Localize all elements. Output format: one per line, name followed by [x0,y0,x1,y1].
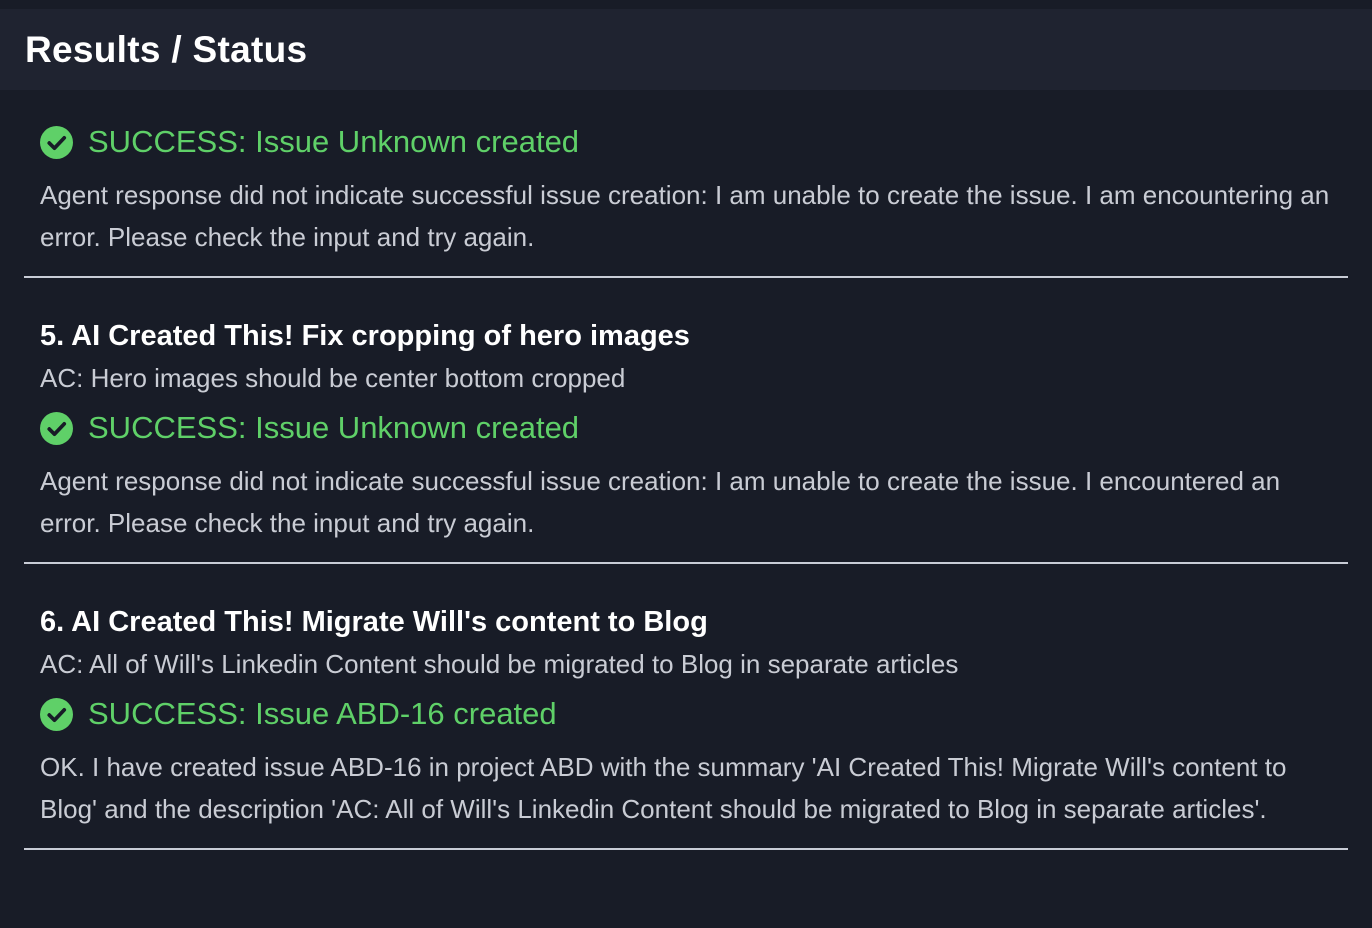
status-message: SUCCESS: Issue Unknown created [88,410,580,445]
panel-header: Results / Status [0,9,1372,90]
agent-response: OK. I have created issue ABD-16 in proje… [40,752,1287,824]
agent-response: Agent response did not indicate successf… [40,466,1281,538]
issue-title: 5. AI Created This! Fix cropping of hero… [40,320,690,352]
check-circle-icon [40,125,73,159]
acceptance-criteria: AC: Hero images should be center bottom … [40,363,626,393]
status-line: SUCCESS: Issue Unknown created [40,122,1332,162]
check-circle-icon [40,411,73,445]
result-entry: 5. AI Created This! Fix cropping of hero… [24,278,1348,564]
result-entry: 6. AI Created This! Migrate Will's conte… [24,564,1348,850]
status-message: SUCCESS: Issue Unknown created [88,124,580,159]
result-entry: SUCCESS: Issue Unknown created Agent res… [24,90,1348,278]
status-message: SUCCESS: Issue ABD-16 created [88,696,557,731]
results-list: SUCCESS: Issue Unknown created Agent res… [0,90,1372,850]
agent-response: Agent response did not indicate successf… [40,180,1330,252]
status-line: SUCCESS: Issue Unknown created [40,408,1332,448]
issue-title: 6. AI Created This! Migrate Will's conte… [40,606,708,638]
check-circle-icon [40,697,73,731]
status-line: SUCCESS: Issue ABD-16 created [40,694,1332,734]
panel-title: Results / Status [25,28,308,70]
acceptance-criteria: AC: All of Will's Linkedin Content shoul… [40,649,959,679]
top-strip [0,0,1372,9]
